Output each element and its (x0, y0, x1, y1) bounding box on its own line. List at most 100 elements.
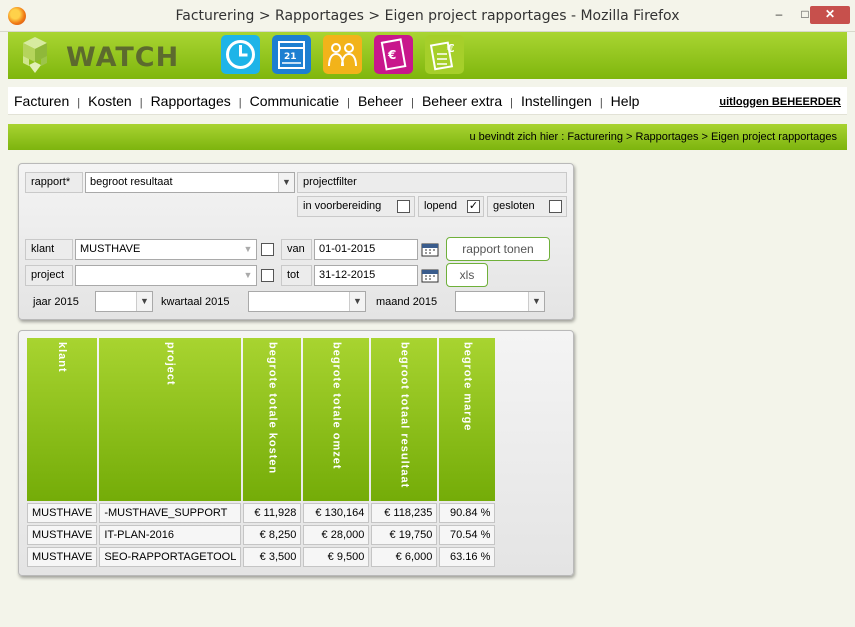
column-header-klant[interactable]: klant (27, 338, 98, 501)
calculator-euro-icon[interactable]: € (425, 35, 464, 74)
cell-omzet: € 28,000 (303, 525, 370, 545)
cell-kosten: € 11,928 (243, 503, 302, 523)
cell-resultaat: € 6,000 (371, 547, 438, 567)
menu-separator: | (238, 97, 242, 109)
rapport-tonen-button[interactable]: rapport tonen (446, 237, 550, 261)
klant-checkbox[interactable] (261, 243, 274, 256)
cell-project: IT-PLAN-2016 (99, 525, 242, 545)
column-header-resultaat[interactable]: begroot totaal resultaat (371, 338, 438, 501)
rapport-select[interactable]: begroot resultaat ▼ (85, 172, 295, 193)
cell-resultaat: € 19,750 (371, 525, 438, 545)
van-date-input[interactable]: 01-01-2015 (314, 239, 418, 260)
cell-klant: MUSTHAVE (27, 525, 98, 545)
chevron-down-icon: ▼ (136, 292, 152, 311)
menu-item-instellingen[interactable]: Instellingen (521, 93, 592, 109)
kwartaal-select[interactable]: ▼ (248, 291, 366, 312)
menu-separator: | (411, 97, 414, 109)
calendar-icon[interactable]: 21 (272, 35, 311, 74)
minimize-button[interactable]: – (766, 6, 792, 24)
menu-separator: | (77, 97, 81, 109)
cell-kosten: € 3,500 (243, 547, 302, 567)
cell-omzet: € 9,500 (303, 547, 370, 567)
chevron-down-icon: ▼ (240, 240, 256, 259)
menu-items: Facturen | Kosten | Rapportages | Communicatie… (14, 93, 639, 109)
cell-klant: MUSTHAVE (27, 547, 98, 567)
clock-icon[interactable] (221, 35, 260, 74)
logo-text: WATCH (66, 42, 180, 73)
cell-resultaat: € 118,235 (371, 503, 438, 523)
lopend-checkbox[interactable]: ✓ (467, 200, 480, 213)
project-select[interactable]: ▼ (75, 265, 257, 286)
logout-link[interactable]: uitloggen BEHEERDER (719, 96, 841, 108)
menu-separator: | (139, 97, 143, 109)
in-voorbereiding-checkbox[interactable] (397, 200, 410, 213)
status-label: in voorbereiding (303, 200, 382, 212)
cell-project: SEO-RAPPORTAGETOOL (99, 547, 242, 567)
menu-item-beheer-extra[interactable]: Beheer extra (422, 93, 502, 109)
window-title: Facturering > Rapportages > Eigen projec… (175, 8, 680, 24)
cell-omzet: € 130,164 (303, 503, 370, 523)
people-icon[interactable] (323, 35, 362, 74)
watch-logo-icon (23, 37, 47, 73)
app-header: WATCH 21 € € (8, 32, 847, 79)
van-label: van (281, 239, 312, 260)
breadcrumb-bar: u bevindt zich hier : Facturering > Rapp… (8, 124, 847, 150)
menu-item-facturen[interactable]: Facturen (14, 93, 69, 109)
menu-separator: | (599, 97, 603, 109)
rapport-select-value: begroot resultaat (90, 176, 173, 188)
window-titlebar: Facturering > Rapportages > Eigen projec… (0, 0, 855, 32)
chevron-down-icon: ▼ (240, 266, 256, 285)
project-label: project (25, 265, 73, 286)
cell-project: -MUSTHAVE_SUPPORT (99, 503, 242, 523)
invoice-euro-icon[interactable]: € (374, 35, 413, 74)
maand-select[interactable]: ▼ (455, 291, 545, 312)
breadcrumb: u bevindt zich hier : Facturering > Rapp… (469, 131, 838, 143)
menu-item-communicatie[interactable]: Communicatie (250, 93, 339, 109)
column-header-kosten[interactable]: begrote totale kosten (243, 338, 302, 501)
status-label: gesloten (493, 200, 535, 212)
maand-label: maand 2015 (376, 296, 438, 308)
table-row: MUSTHAVE -MUSTHAVE_SUPPORT € 11,928 € 13… (27, 503, 496, 523)
chevron-down-icon: ▼ (528, 292, 544, 311)
jaar-label: jaar 2015 (33, 296, 79, 308)
table-row: MUSTHAVE IT-PLAN-2016 € 8,250 € 28,000 €… (27, 525, 496, 545)
klant-select-value: MUSTHAVE (80, 243, 141, 255)
menu-item-kosten[interactable]: Kosten (88, 93, 132, 109)
column-header-label: begrote totale omzet (330, 342, 343, 470)
jaar-select[interactable]: ▼ (95, 291, 153, 312)
cell-marge: 70.54 % (439, 525, 496, 545)
menu-item-beheer[interactable]: Beheer (358, 93, 403, 109)
klant-select[interactable]: MUSTHAVE ▼ (75, 239, 257, 260)
gesloten-checkbox[interactable] (549, 200, 562, 213)
rapport-label: rapport* (25, 172, 83, 193)
cell-klant: MUSTHAVE (27, 503, 98, 523)
column-header-label: klant (56, 342, 69, 373)
project-checkbox[interactable] (261, 269, 274, 282)
menu-item-rapportages[interactable]: Rapportages (151, 93, 231, 109)
main-menu: Facturen | Kosten | Rapportages | Communicatie… (8, 87, 847, 115)
column-header-label: begrote marge (461, 342, 474, 432)
calendar-picker-icon[interactable] (421, 241, 439, 257)
column-header-project[interactable]: project (99, 338, 242, 501)
column-header-label: project (164, 342, 177, 386)
column-header-label: begroot totaal resultaat (398, 342, 411, 489)
menu-item-help[interactable]: Help (611, 93, 640, 109)
svg-text:21: 21 (284, 52, 297, 62)
close-button[interactable]: ✕ (810, 6, 850, 24)
status-label: lopend (424, 200, 458, 212)
xls-button[interactable]: xls (446, 263, 488, 287)
column-header-marge[interactable]: begrote marge (439, 338, 496, 501)
klant-label: klant (25, 239, 73, 260)
column-header-omzet[interactable]: begrote totale omzet (303, 338, 370, 501)
svg-text:€: € (387, 48, 396, 62)
calendar-picker-icon[interactable] (421, 267, 439, 283)
page-content: WATCH 21 € € Facturen | Kosten | Rapportages… (8, 32, 847, 621)
table-row: MUSTHAVE SEO-RAPPORTAGETOOL € 3,500 € 9,… (27, 547, 496, 567)
cell-kosten: € 8,250 (243, 525, 302, 545)
chevron-down-icon: ▼ (278, 173, 294, 192)
projectfilter-label: projectfilter (297, 172, 567, 193)
tot-label: tot (281, 265, 312, 286)
menu-separator: | (510, 97, 513, 109)
svg-text:€: € (446, 42, 455, 55)
tot-date-input[interactable]: 31-12-2015 (314, 265, 418, 286)
